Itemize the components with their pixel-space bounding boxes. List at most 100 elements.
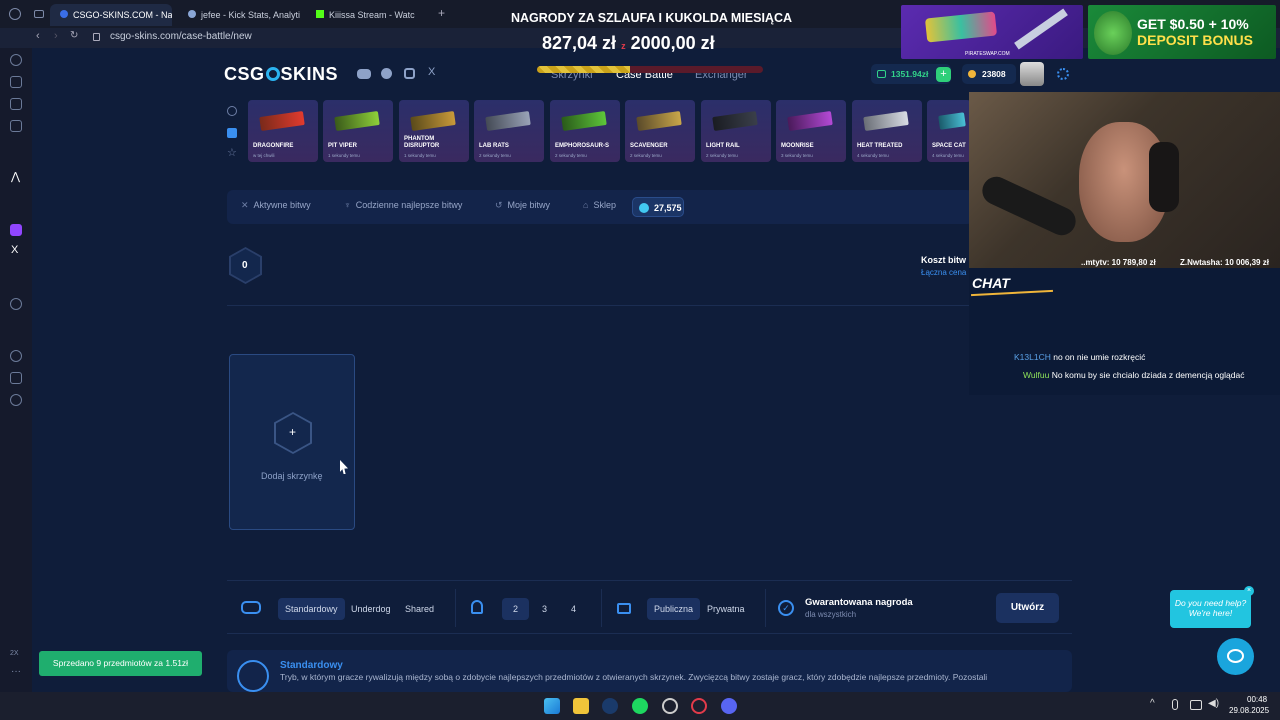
sidebar-speed-dial-icon[interactable] <box>10 54 22 66</box>
drop-name: LIGHT RAIL <box>706 143 740 149</box>
tab-active-battles[interactable]: ✕ Aktywne bitwy <box>241 200 311 211</box>
browser-tab-jefee[interactable]: jefee - Kick Stats, Analyti <box>178 4 300 26</box>
sidebar-twitch-icon[interactable] <box>10 224 22 236</box>
help-close-icon[interactable]: × <box>1244 586 1254 596</box>
shop-coins-chip[interactable]: 27,575 <box>632 197 684 217</box>
mode-shared[interactable]: Shared <box>398 598 441 620</box>
players-4[interactable]: 4 <box>560 598 587 620</box>
url-field[interactable]: csgo-skins.com/case-battle/new <box>110 31 252 42</box>
chat-user: Wulfuu <box>1023 370 1050 380</box>
file-explorer-icon[interactable] <box>573 698 589 714</box>
help-line-1: Do you need help? <box>1174 598 1247 608</box>
drop-card[interactable]: LAB RATS 2 sekundy temu <box>474 100 544 162</box>
drop-card[interactable]: SCAVENGER 2 sekundy temu <box>625 100 695 162</box>
players-2[interactable]: 2 <box>502 598 529 620</box>
drop-card[interactable]: PIT VIPER 1 sekundy temu <box>323 100 393 162</box>
tab-label: Codzienne najlepsze bitwy <box>355 200 463 210</box>
tab-daily-best[interactable]: ♆ Codzienne najlepsze bitwy <box>344 200 462 210</box>
sidebar-x-icon[interactable]: X <box>11 244 18 256</box>
facebook-icon[interactable] <box>381 68 392 79</box>
sidebar-wallet-icon[interactable] <box>10 98 22 110</box>
drop-card[interactable]: DRAGONFIRE w tej chwili <box>248 100 318 162</box>
visibility-private[interactable]: Prywatna <box>700 598 752 620</box>
sidebar-history-icon[interactable] <box>10 350 22 362</box>
ticker-2: Z.Nwtasha: 10 006,39 zł <box>1180 258 1269 267</box>
drop-card[interactable]: PHANTOM DISRUPTOR 1 sekundy temu <box>399 100 469 162</box>
drop-card[interactable]: EMPHOROSAUR-S 2 sekundy temu <box>550 100 620 162</box>
tray-chevron-icon[interactable]: ^ <box>1150 698 1155 709</box>
browser-menu-icon[interactable] <box>9 8 21 20</box>
players-3[interactable]: 3 <box>531 598 558 620</box>
chat-message: Wulfuu No komu by sie chcialo dziada z d… <box>1023 370 1244 380</box>
visibility-public[interactable]: Publiczna <box>647 598 701 620</box>
back-icon[interactable]: ‹ <box>36 30 40 42</box>
site-logo[interactable]: CSG SKINS <box>224 64 338 85</box>
reload-icon[interactable]: ↻ <box>70 30 78 41</box>
x-icon[interactable]: X <box>428 66 435 78</box>
case-count: 0 <box>242 260 248 271</box>
discord-icon[interactable] <box>721 698 737 714</box>
weapon-image <box>636 111 682 131</box>
opera-gx-icon[interactable] <box>691 698 707 714</box>
sidebar-bag-icon[interactable] <box>10 76 22 88</box>
browser-tab-kick[interactable]: Kiiissa Stream - Watc <box>306 4 430 26</box>
tab-label: Aktywne bitwy <box>253 200 311 210</box>
drop-card[interactable]: SPACE CAT 4 sekundy temu <box>927 100 971 162</box>
guarantee-check-icon[interactable]: ✓ <box>778 600 794 616</box>
discord-icon[interactable] <box>357 69 371 79</box>
coins-value: 23808 <box>982 69 1006 79</box>
weapon-image <box>787 111 833 131</box>
network-icon[interactable] <box>1190 700 1202 710</box>
new-tab-button[interactable]: + <box>438 6 445 20</box>
mode-underdog[interactable]: Underdog <box>344 598 398 620</box>
tab-shop[interactable]: ⌂ Sklep <box>583 200 616 210</box>
tab-title: jefee - Kick Stats, Analyti <box>201 10 300 20</box>
drop-time: 2 sekundy temu <box>479 153 511 158</box>
sidebar-more-icon[interactable]: ··· <box>11 666 21 677</box>
tab-list-icon[interactable] <box>34 10 44 18</box>
clock-time[interactable]: 00:48 <box>1247 695 1267 704</box>
instagram-icon[interactable] <box>404 68 415 79</box>
plus-icon: + <box>289 425 297 439</box>
deposit-button[interactable]: + <box>936 67 951 82</box>
settings-gear-icon[interactable] <box>1057 68 1069 80</box>
mode-standard[interactable]: Standardowy <box>278 598 345 620</box>
nav-cases[interactable]: Skrzynki <box>551 69 593 81</box>
tab-my-battles[interactable]: ↺ Moje bitwy <box>495 200 550 211</box>
coins-chip[interactable]: 23808 <box>962 64 1016 84</box>
drop-card[interactable]: LIGHT RAIL 2 sekundy temu <box>701 100 771 162</box>
drop-time: 2 sekundy temu <box>555 153 587 158</box>
create-battle-button[interactable]: Utwórz <box>996 593 1059 623</box>
sidebar-extensions-icon[interactable] <box>10 372 22 384</box>
live-chat-button[interactable] <box>1217 638 1254 675</box>
clock-date[interactable]: 29.08.2025 <box>1229 706 1269 715</box>
browser-sidebar: ⋀ X 2X ··· <box>0 48 32 692</box>
battle-tabs-bar: ✕ Aktywne bitwy ♆ Codzienne najlepsze bitw… <box>227 190 973 224</box>
basket-icon: ⌂ <box>583 200 589 210</box>
volume-icon[interactable]: ◀) <box>1208 698 1219 709</box>
nav-case-battle[interactable]: Case Battle <box>616 69 673 81</box>
avatar[interactable] <box>1020 62 1044 86</box>
nav-exchanger[interactable]: Exchanger <box>695 69 748 81</box>
browser-tab-csgo-skins[interactable]: CSGO-SKINS.COM - Naj <box>50 4 172 26</box>
guarantee-title: Gwarantowana nagroda <box>805 597 913 608</box>
spotify-icon[interactable] <box>632 698 648 714</box>
drop-name: PIT VIPER <box>328 143 358 149</box>
sidebar-aria-icon[interactable]: ⋀ <box>11 170 20 183</box>
sidebar-player-icon[interactable] <box>10 298 22 310</box>
microphone-icon[interactable] <box>1172 699 1178 710</box>
forward-icon[interactable]: › <box>54 30 58 42</box>
start-icon[interactable] <box>544 698 560 714</box>
add-case-label: Dodaj skrzynkę <box>261 471 323 481</box>
steam-icon[interactable] <box>602 698 618 714</box>
history-icon: ↺ <box>495 200 503 210</box>
drop-card[interactable]: HEAT TREATED 4 sekundy temu <box>852 100 922 162</box>
section-divider <box>227 305 972 306</box>
add-case-card[interactable]: + Dodaj skrzynkę <box>229 354 355 530</box>
drop-time: 4 sekundy temu <box>932 153 964 158</box>
drop-card[interactable]: MOONRISE 3 sekundy temu <box>776 100 846 162</box>
sidebar-settings-icon[interactable] <box>10 394 22 406</box>
chrome-icon[interactable] <box>662 698 678 714</box>
sidebar-messenger-icon[interactable] <box>10 120 22 132</box>
help-bubble[interactable]: Do you need help? We're here! <box>1170 590 1251 628</box>
